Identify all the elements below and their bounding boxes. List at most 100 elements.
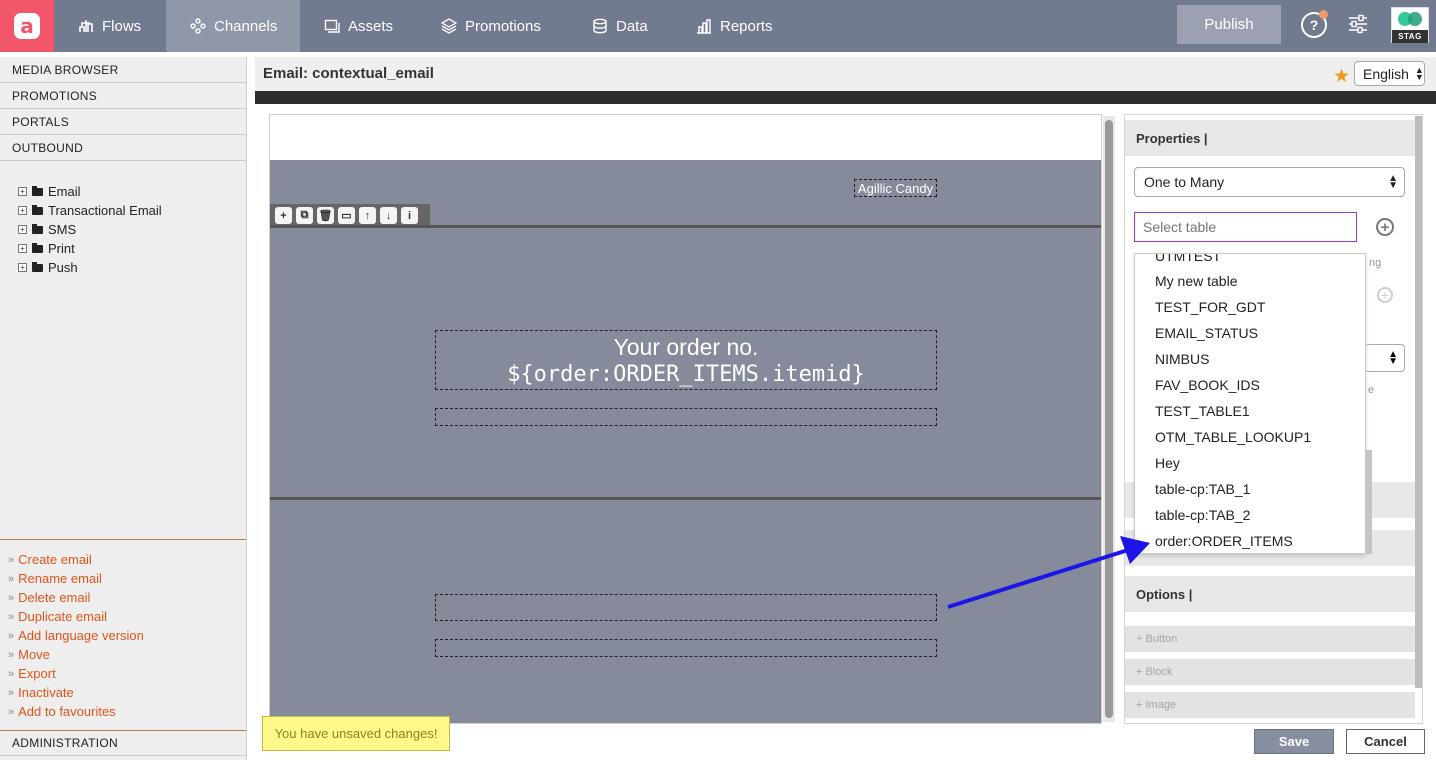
brand-text-element[interactable]: Agillic Candy — [854, 179, 937, 197]
data-icon — [593, 18, 607, 34]
nav-reports[interactable]: Reports — [696, 0, 773, 52]
settings-sliders-icon[interactable] — [1347, 13, 1369, 35]
properties-scrollbar[interactable] — [1415, 116, 1422, 688]
delete-block-icon[interactable]: 🗑 — [317, 207, 334, 224]
favourite-star-icon[interactable]: ★ — [1333, 65, 1350, 88]
tree-label: Transactional Email — [48, 203, 162, 218]
action-label: Move — [18, 647, 50, 662]
empty-text-element[interactable] — [435, 594, 937, 621]
hidden-label-fragment: e — [1368, 384, 1375, 396]
folder-icon — [32, 204, 43, 215]
action-duplicate-email[interactable]: » Duplicate email — [0, 607, 246, 626]
canvas-scrollbar-thumb[interactable] — [1105, 120, 1113, 718]
dropdown-option[interactable]: TEST_FOR_GDT — [1155, 294, 1265, 320]
info-icon[interactable]: i — [401, 207, 418, 224]
expand-icon[interactable]: + — [18, 263, 27, 272]
page-title: Email: contextual_email — [263, 65, 434, 82]
table-search-input[interactable] — [1134, 212, 1357, 242]
unsaved-changes-notice: You have unsaved changes! — [262, 716, 450, 751]
dropdown-option[interactable]: UTMTEST — [1155, 254, 1221, 269]
save-block-icon[interactable]: ▭ — [338, 207, 355, 224]
add-table-icon[interactable]: + — [1376, 218, 1394, 236]
order-number-text-element[interactable]: Your order no. ${order:ORDER_ITEMS.itemi… — [435, 330, 937, 390]
dropdown-option[interactable]: OTM_TABLE_LOOKUP1 — [1155, 424, 1311, 450]
nav-label: Channels — [214, 17, 278, 35]
dropdown-option[interactable]: Hey — [1155, 450, 1180, 476]
dropdown-option[interactable]: TEST_TABLE1 — [1155, 398, 1250, 424]
tree-item-push[interactable]: + Push — [18, 258, 162, 277]
add-block-icon[interactable]: + — [275, 207, 292, 224]
action-delete-email[interactable]: » Delete email — [0, 588, 246, 607]
logo-mark: a — [14, 13, 40, 39]
sidebar-section-portals[interactable]: PORTALS — [0, 109, 246, 135]
dropdown-option[interactable]: table-cp:TAB_2 — [1155, 502, 1250, 528]
nav-promotions[interactable]: Promotions — [441, 0, 541, 52]
action-move[interactable]: » Move — [0, 645, 246, 664]
tree-item-email[interactable]: + Email — [18, 182, 162, 201]
nav-label: Promotions — [465, 17, 541, 35]
action-add-language-version[interactable]: » Add language version — [0, 626, 246, 645]
option-add-block[interactable]: + Block — [1125, 659, 1415, 685]
block-toolbar: + ⧉ 🗑 ▭ ↑ ↓ i — [270, 204, 430, 227]
cancel-button[interactable]: Cancel — [1346, 729, 1425, 754]
publish-button[interactable]: Publish — [1177, 5, 1281, 44]
environment-badge[interactable]: STAG — [1391, 7, 1429, 43]
action-rename-email[interactable]: » Rename email — [0, 569, 246, 588]
expand-icon[interactable]: + — [18, 206, 27, 215]
action-export[interactable]: » Export — [0, 664, 246, 683]
sidebar-section-outbound[interactable]: OUTBOUND — [0, 135, 246, 161]
folder-icon — [32, 261, 43, 272]
dropdown-option[interactable]: My new table — [1155, 268, 1237, 294]
empty-text-element[interactable] — [435, 639, 937, 657]
move-up-icon[interactable]: ↑ — [359, 207, 376, 224]
dropdown-scrollbar-thumb[interactable] — [1365, 450, 1372, 554]
dropdown-option[interactable]: FAV_BOOK_IDS — [1155, 372, 1260, 398]
folder-icon — [32, 223, 43, 234]
option-add-button[interactable]: + Button — [1125, 626, 1415, 652]
assets-icon — [324, 19, 340, 33]
sidebar-section-promotions[interactable]: PROMOTIONS — [0, 83, 246, 109]
action-label: Rename email — [18, 571, 102, 586]
partial-select[interactable]: ▲ ▼ — [1365, 344, 1405, 372]
nav-assets[interactable]: Assets — [324, 0, 393, 52]
action-create-email[interactable]: » Create email — [0, 550, 246, 569]
tree-item-print[interactable]: + Print — [18, 239, 162, 258]
nav-flows[interactable]: Flows — [78, 0, 141, 52]
logo-letter: a — [20, 14, 34, 38]
nav-channels[interactable]: Channels — [166, 0, 300, 52]
action-label: Export — [18, 666, 56, 681]
tree-item-sms[interactable]: + SMS — [18, 220, 162, 239]
app-logo[interactable]: a — [0, 0, 54, 52]
action-add-to-favourites[interactable]: » Add to favourites — [0, 702, 246, 721]
dropdown-option[interactable]: EMAIL_STATUS — [1155, 320, 1258, 346]
expand-icon[interactable]: + — [18, 225, 27, 234]
reports-icon — [697, 19, 711, 34]
tree-item-transactional-email[interactable]: + Transactional Email — [18, 201, 162, 220]
move-down-icon[interactable]: ↓ — [380, 207, 397, 224]
options-header[interactable]: Options | — [1125, 576, 1415, 612]
tree-label: Email — [48, 184, 81, 199]
language-select[interactable]: English ▲ ▼ — [1354, 61, 1425, 86]
promotions-icon — [441, 18, 457, 34]
dropdown-option-order-items[interactable]: order:ORDER_ITEMS — [1155, 528, 1293, 553]
copy-block-icon[interactable]: ⧉ — [296, 207, 313, 224]
empty-text-element[interactable] — [435, 408, 937, 426]
expand-icon[interactable]: + — [18, 244, 27, 253]
action-inactivate[interactable]: » Inactivate — [0, 683, 246, 702]
editor-header: Email: contextual_email ★ English ▲ ▼ — [255, 57, 1436, 91]
expand-icon[interactable]: + — [18, 187, 27, 196]
properties-header[interactable]: Properties | — [1125, 120, 1415, 156]
dropdown-option[interactable]: NIMBUS — [1155, 346, 1209, 372]
nav-data[interactable]: Data — [592, 0, 648, 52]
dropdown-option[interactable]: table-cp:TAB_1 — [1155, 476, 1250, 502]
action-label: Add to favourites — [18, 704, 116, 719]
relation-type-select[interactable]: One to Many ▲ ▼ — [1134, 167, 1405, 197]
left-sidebar: MEDIA BROWSER PROMOTIONS PORTALS OUTBOUN… — [0, 57, 247, 760]
option-add-image[interactable]: + Image — [1125, 692, 1415, 718]
action-label: Add language version — [18, 628, 144, 643]
channels-icon — [190, 18, 206, 34]
add-icon[interactable]: + — [1377, 287, 1393, 303]
sidebar-section-media-browser[interactable]: MEDIA BROWSER — [0, 57, 246, 83]
sidebar-section-administration[interactable]: ADMINISTRATION — [0, 730, 246, 756]
save-button[interactable]: Save — [1254, 729, 1334, 754]
